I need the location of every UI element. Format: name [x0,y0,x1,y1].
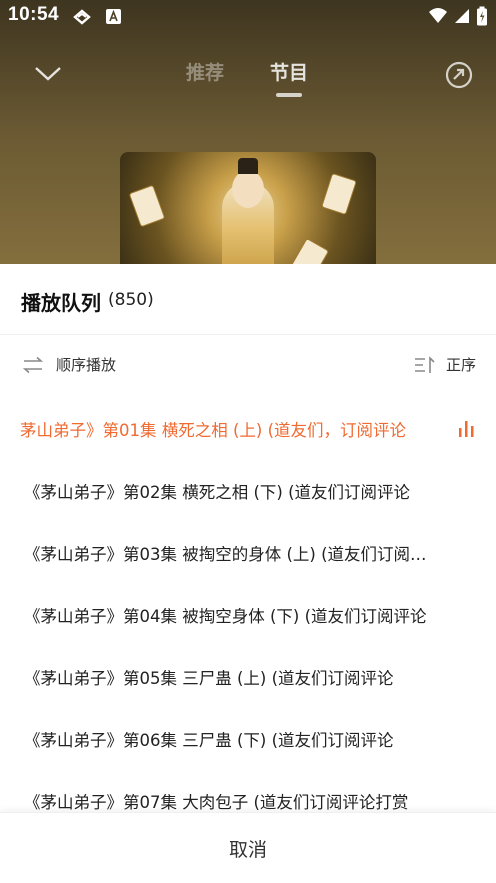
status-time: 10:54 [8,4,60,25]
collapse-button[interactable] [28,58,68,90]
episode-title: 《茅山弟子》第07集 大肉包子 (道友们订阅评论打赏 [24,793,409,810]
episode-list: 茅山弟子》第01集 横死之相 (上) (道友们，订阅评论 《茅山弟子》第02集 … [0,398,496,810]
app-notification-icon [73,9,91,25]
queue-count: (850) [108,290,154,310]
episode-title: 《茅山弟子》第02集 横死之相 (下) (道友们订阅评论 [24,483,411,502]
sequential-play-icon [22,356,44,373]
queue-header: 播放队列 (850) [0,264,496,335]
signal-icon [455,9,469,23]
sort-order-button[interactable]: 正序 [414,354,476,375]
sort-icon [414,355,435,373]
wifi-icon [429,8,447,23]
episode-title: 《茅山弟子》第03集 被掏空的身体 (上) (道友们订阅评论 [24,545,434,564]
play-queue-sheet: 播放队列 (850) 顺序播放 正序 茅山弟子》第01集 横死之相 (上) (道… [0,264,496,883]
cover-card [321,172,357,216]
queue-title: 播放队列 [21,291,101,315]
cover-card [128,184,166,228]
episode-title: 《茅山弟子》第04集 被掏空身体 (下) (道友们订阅评论 [24,607,427,626]
cover-figure-head [232,170,264,208]
status-icons [428,6,488,26]
play-order-button[interactable]: 顺序播放 [22,354,116,375]
episode-item[interactable]: 《茅山弟子》第07集 大肉包子 (道友们订阅评论打赏 [0,770,496,810]
cancel-bar: 取消 [0,812,496,883]
episode-item[interactable]: 《茅山弟子》第02集 横死之相 (下) (道友们订阅评论 [0,460,496,522]
battery-icon [477,6,487,26]
queue-controls: 顺序播放 正序 [0,336,496,398]
tab-recommend[interactable]: 推荐 [186,58,224,85]
sort-order-label: 正序 [445,356,476,374]
episode-item[interactable]: 《茅山弟子》第05集 三尸蛊 (上) (道友们订阅评论 [0,646,496,708]
player-top-nav: 推荐 节目 [0,48,496,104]
episode-title: 《茅山弟子》第05集 三尸蛊 (上) (道友们订阅评论 [24,669,394,688]
play-order-label: 顺序播放 [56,356,117,374]
active-tab-indicator [276,93,302,97]
tab-program[interactable]: 节目 [270,58,308,85]
episode-item[interactable]: 《茅山弟子》第03集 被掏空的身体 (上) (道友们订阅评论 [0,522,496,584]
now-playing-icon [459,421,474,437]
episode-title: 茅山弟子》第01集 横死之相 (上) (道友们，订阅评论 [20,421,407,440]
chevron-down-icon [35,67,61,81]
status-bar: 10:54 [0,0,496,34]
episode-title: 《茅山弟子》第06集 三尸蛊 (下) (道友们订阅评论 [24,731,394,750]
a-notification-icon [106,9,121,24]
cancel-button[interactable]: 取消 [0,813,496,883]
cover-figure-hat [238,158,258,174]
episode-item[interactable]: 《茅山弟子》第06集 三尸蛊 (下) (道友们订阅评论 [0,708,496,770]
episode-item[interactable]: 《茅山弟子》第04集 被掏空身体 (下) (道友们订阅评论 [0,584,496,646]
episode-item-playing[interactable]: 茅山弟子》第01集 横死之相 (上) (道友们，订阅评论 [0,398,496,460]
share-icon[interactable] [442,58,476,92]
player-background: 10:54 推荐 节目 [0,0,496,300]
